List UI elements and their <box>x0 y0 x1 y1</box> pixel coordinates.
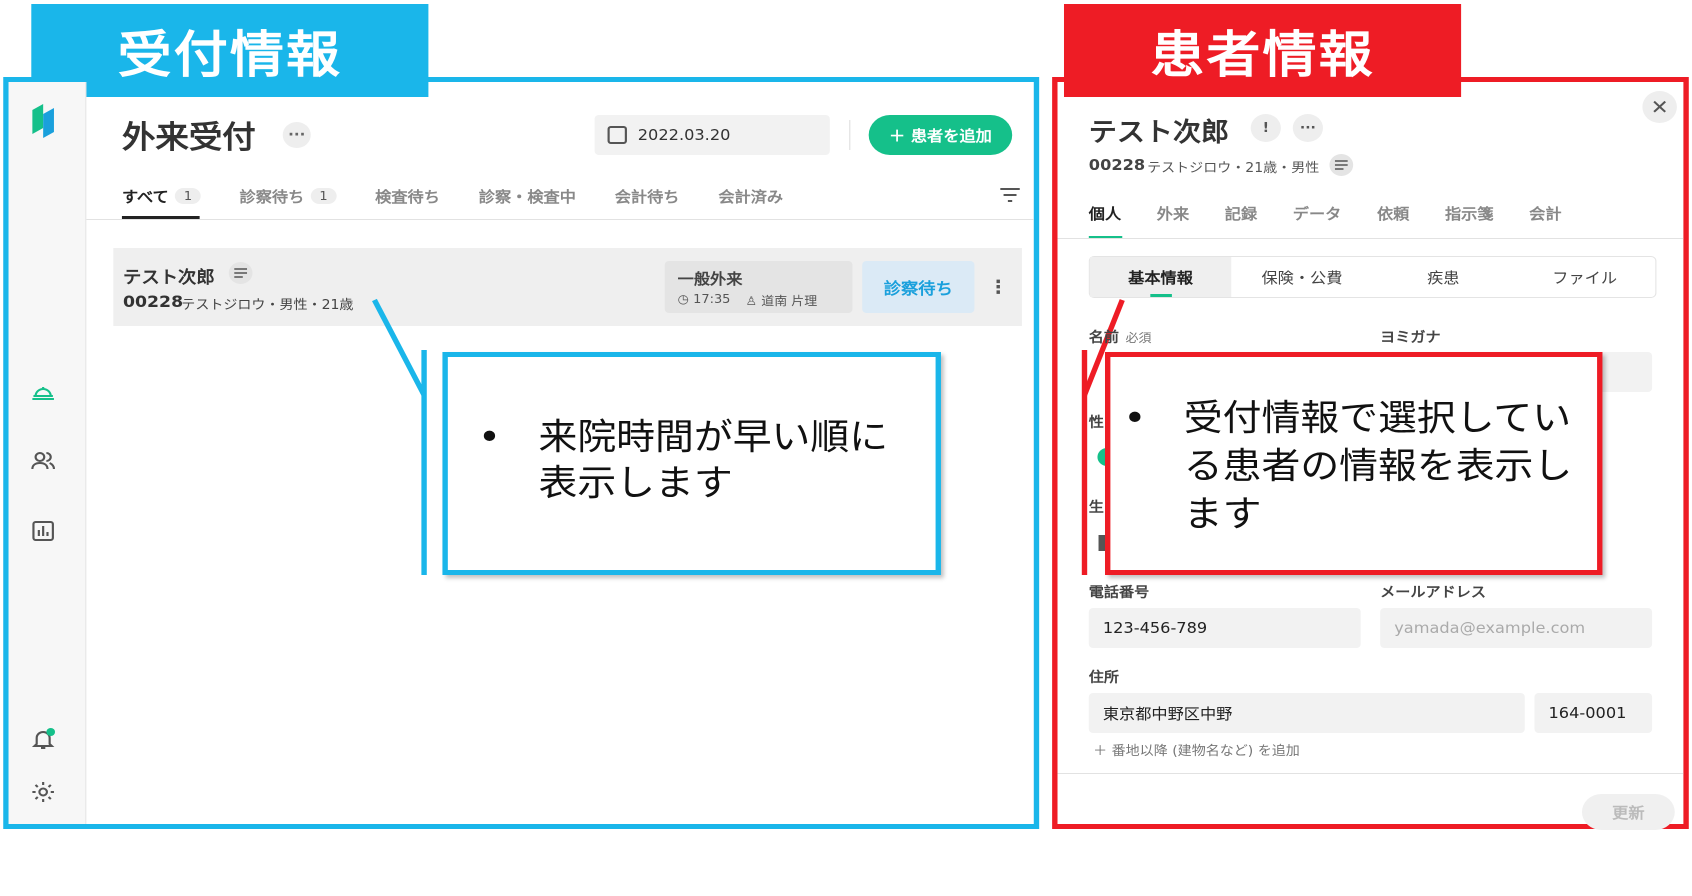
tab-records[interactable]: 記録 <box>1225 203 1257 224</box>
phone-field[interactable]: 123-456-789 <box>1088 608 1361 648</box>
header-divider <box>849 120 851 150</box>
settings-gear-icon[interactable] <box>30 780 56 804</box>
callout-text: 受付情報で選択している患者の情報を表示します <box>1183 398 1573 535</box>
filter-icon[interactable] <box>999 187 1021 203</box>
required-badge: 必須 <box>1125 331 1152 345</box>
visit-time-value: 17:35 <box>693 292 731 306</box>
tab-in-progress[interactable]: 診察・検査中 <box>479 183 576 209</box>
tab-billing[interactable]: 会計 <box>1529 203 1561 224</box>
visit-type: 一般外来 <box>677 270 743 288</box>
email-field[interactable]: yamada@example.com <box>1380 608 1653 648</box>
tab-all[interactable]: すべて 1 <box>122 183 201 209</box>
address-field[interactable]: 東京都中野区中野 <box>1088 693 1525 733</box>
tab-count: 1 <box>175 188 201 204</box>
reception-section-title: 受付情報 <box>31 4 429 97</box>
row-more-icon[interactable]: ⋮ <box>988 276 1007 298</box>
date-value: 2022.03.20 <box>637 126 731 144</box>
tab-paid[interactable]: 会計済み <box>718 183 783 209</box>
visit-doctor-value: 道南 片理 <box>761 294 818 308</box>
segment-insurance[interactable]: 保険・公費 <box>1231 257 1372 297</box>
patient-more-button[interactable]: ··· <box>1292 114 1323 142</box>
status-tabs: すべて 1 診察待ち 1 検査待ち 診察・検査中 会計待ち 会計済み <box>122 183 822 209</box>
row-patient-details: テストジロウ・男性・21歳 <box>181 298 354 313</box>
patients-icon[interactable] <box>30 449 56 473</box>
tab-label: 診察・検査中 <box>478 187 576 206</box>
patient-tabs-divider <box>1057 238 1684 239</box>
visit-info[interactable]: 一般外来 ◷ 17:35 ♙ 道南 片理 <box>664 261 853 313</box>
patient-section-title: 患者情報 <box>1063 4 1462 97</box>
date-picker[interactable]: 2022.03.20 <box>594 115 830 155</box>
status-button[interactable]: 診察待ち <box>862 261 975 313</box>
reception-callout: • 来院時間が早い順に表示します <box>442 352 941 575</box>
tab-waiting-test[interactable]: 検査待ち <box>375 183 440 209</box>
patient-tabs: 個人 外来 記録 データ 依頼 指示箋 会計 <box>1089 203 1597 224</box>
callout-text: 来院時間が早い順に表示します <box>538 417 889 504</box>
person-icon: ♙ <box>745 294 762 308</box>
analytics-icon[interactable] <box>30 519 56 543</box>
tab-orders[interactable]: 指示箋 <box>1445 203 1494 224</box>
tab-label: 会計済み <box>718 187 784 206</box>
app-logo-icon[interactable] <box>30 104 56 138</box>
zip-field[interactable]: 164-0001 <box>1534 693 1653 733</box>
patient-name: テスト次郎 <box>1088 118 1230 148</box>
segment-basic-info[interactable]: 基本情報 <box>1089 257 1232 297</box>
patient-details: テストジロウ・21歳・男性 <box>1147 161 1320 176</box>
note-icon[interactable] <box>228 262 253 284</box>
phone-label: 電話番号 <box>1088 585 1150 601</box>
visit-time: ◷ 17:35 <box>678 292 731 309</box>
callout-bullet: • <box>1123 398 1147 439</box>
sidebar <box>8 82 87 824</box>
add-patient-button[interactable]: ＋ 患者を追加 <box>868 115 1013 155</box>
tab-outpatient[interactable]: 外来 <box>1157 203 1189 224</box>
page-title: 外来受付 <box>121 120 256 156</box>
footer-divider <box>1057 773 1684 774</box>
close-icon[interactable]: ✕ <box>1642 91 1677 123</box>
clock-icon: ◷ <box>677 292 694 306</box>
birth-label: 生 <box>1088 500 1104 516</box>
tab-data[interactable]: データ <box>1293 203 1342 224</box>
info-segmented-control: 基本情報 保険・公費 疾患 ファイル <box>1088 256 1657 298</box>
tabs-divider <box>86 219 1034 220</box>
tab-requests[interactable]: 依頼 <box>1377 203 1409 224</box>
add-address-link[interactable]: ＋ 番地以降 (建物名など) を追加 <box>1093 740 1300 759</box>
alert-icon[interactable]: ! <box>1250 114 1281 142</box>
notification-bell-icon[interactable] <box>30 727 56 751</box>
page-more-button[interactable]: ··· <box>282 122 311 148</box>
segment-diseases[interactable]: 疾患 <box>1373 257 1514 297</box>
segment-files[interactable]: ファイル <box>1514 257 1655 297</box>
tab-waiting-payment[interactable]: 会計待ち <box>615 183 680 209</box>
tab-label: 会計待ち <box>614 187 680 206</box>
row-patient-name: テスト次郎 <box>123 268 215 288</box>
kana-label: ヨミガナ <box>1380 330 1441 346</box>
row-patient-id: 00228 <box>123 292 184 311</box>
name-label-text: 名前 <box>1088 330 1120 346</box>
reception-bell-icon[interactable] <box>30 379 56 403</box>
callout-bullet: • <box>478 417 501 458</box>
tab-label: 検査待ち <box>375 187 440 206</box>
email-label: メールアドレス <box>1380 585 1486 601</box>
tab-personal[interactable]: 個人 <box>1089 203 1121 224</box>
name-label: 名前 必須 <box>1089 327 1152 347</box>
tab-count: 1 <box>310 188 337 204</box>
address-label: 住所 <box>1088 670 1120 686</box>
tab-label: すべて <box>121 187 169 206</box>
sex-label: 性 <box>1088 415 1104 431</box>
tab-label: 診察待ち <box>239 187 305 206</box>
calendar-icon <box>607 126 627 144</box>
patient-id: 00228 <box>1088 156 1146 174</box>
patient-note-icon[interactable] <box>1329 154 1354 176</box>
patient-callout: • 受付情報で選択している患者の情報を表示します <box>1104 352 1603 575</box>
visit-doctor: ♙ 道南 片理 <box>746 292 818 309</box>
tab-waiting-exam[interactable]: 診察待ち 1 <box>240 183 337 209</box>
update-button[interactable]: 更新 <box>1581 794 1675 830</box>
